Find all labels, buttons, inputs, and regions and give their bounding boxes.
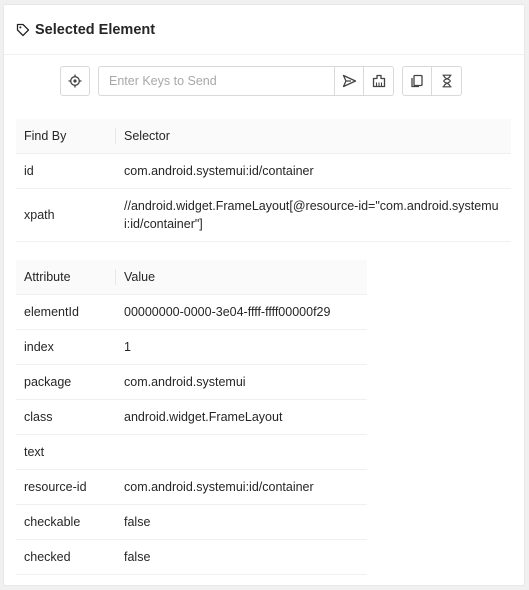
element-toolbar xyxy=(60,64,462,97)
clear-icon xyxy=(372,74,386,88)
panel-header: Selected Element xyxy=(4,5,524,55)
table-row: elementId 00000000-0000-3e04-ffff-ffff000… xyxy=(16,294,367,330)
attribute-name: text xyxy=(16,434,116,470)
attribute-value: false xyxy=(116,539,367,575)
send-keys-button[interactable] xyxy=(334,65,364,96)
value-header: Value xyxy=(116,260,367,295)
table-row: text xyxy=(16,434,367,470)
send-keys-input[interactable] xyxy=(98,65,334,96)
crosshair-icon xyxy=(68,74,82,88)
attribute-header: Attribute xyxy=(16,260,116,295)
attribute-value: false xyxy=(116,504,367,540)
attribute-name: checked xyxy=(16,539,116,575)
table-row: checked false xyxy=(16,539,367,575)
find-by-strategy: id xyxy=(16,153,116,189)
copy-icon xyxy=(410,74,424,88)
attribute-value: android.widget.FrameLayout xyxy=(116,399,367,435)
attribute-name: checkable xyxy=(16,504,116,540)
attribute-name: index xyxy=(16,329,116,365)
find-by-header: Find By xyxy=(16,119,116,154)
tag-icon xyxy=(16,23,30,37)
clear-element-button[interactable] xyxy=(364,65,394,96)
selector-header: Selector xyxy=(116,119,511,154)
find-by-table: Find By Selector id com.android.systemui… xyxy=(16,119,511,242)
send-keys-group xyxy=(98,65,394,96)
attribute-name: elementId xyxy=(16,294,116,330)
selected-element-panel: Selected Element Enter Keys to Send Find… xyxy=(3,4,525,586)
selector-value[interactable]: com.android.systemui:id/container xyxy=(116,153,511,189)
find-by-strategy: xpath xyxy=(16,188,116,242)
extra-actions-group xyxy=(402,65,462,96)
table-row: resource-id com.android.systemui:id/conta… xyxy=(16,469,367,505)
panel-title: Selected Element xyxy=(35,21,156,38)
attribute-name: package xyxy=(16,364,116,400)
attribute-value: com.android.systemui xyxy=(116,364,367,400)
attribute-value: com.android.systemui:id/container xyxy=(116,469,367,505)
table-header-row: Attribute Value xyxy=(16,260,367,295)
table-row: index 1 xyxy=(16,329,367,365)
get-timing-button[interactable] xyxy=(432,65,462,96)
table-row: class android.widget.FrameLayout xyxy=(16,399,367,435)
attribute-name: resource-id xyxy=(16,469,116,505)
attribute-value xyxy=(116,434,367,470)
table-row[interactable]: id com.android.systemui:id/container xyxy=(16,153,511,189)
attribute-value: 00000000-0000-3e04-ffff-ffff00000f29 xyxy=(116,294,367,330)
attributes-table: Attribute Value elementId 00000000-0000-3… xyxy=(16,260,367,585)
attribute-name: clickable xyxy=(16,574,116,585)
send-icon xyxy=(342,74,357,88)
attribute-value: false xyxy=(116,574,367,585)
table-header-row: Find By Selector xyxy=(16,119,511,154)
copy-attributes-button[interactable] xyxy=(402,65,432,96)
selector-value[interactable]: //android.widget.FrameLayout[@resource-i… xyxy=(116,188,511,242)
table-row[interactable]: xpath //android.widget.FrameLayout[@reso… xyxy=(16,188,511,242)
tap-element-button[interactable] xyxy=(60,65,90,96)
attribute-value: 1 xyxy=(116,329,367,365)
table-row: package com.android.systemui xyxy=(16,364,367,400)
attribute-name: class xyxy=(16,399,116,435)
hourglass-icon xyxy=(441,74,453,88)
table-row: clickablefalse xyxy=(16,574,367,585)
table-row: checkable false xyxy=(16,504,367,540)
